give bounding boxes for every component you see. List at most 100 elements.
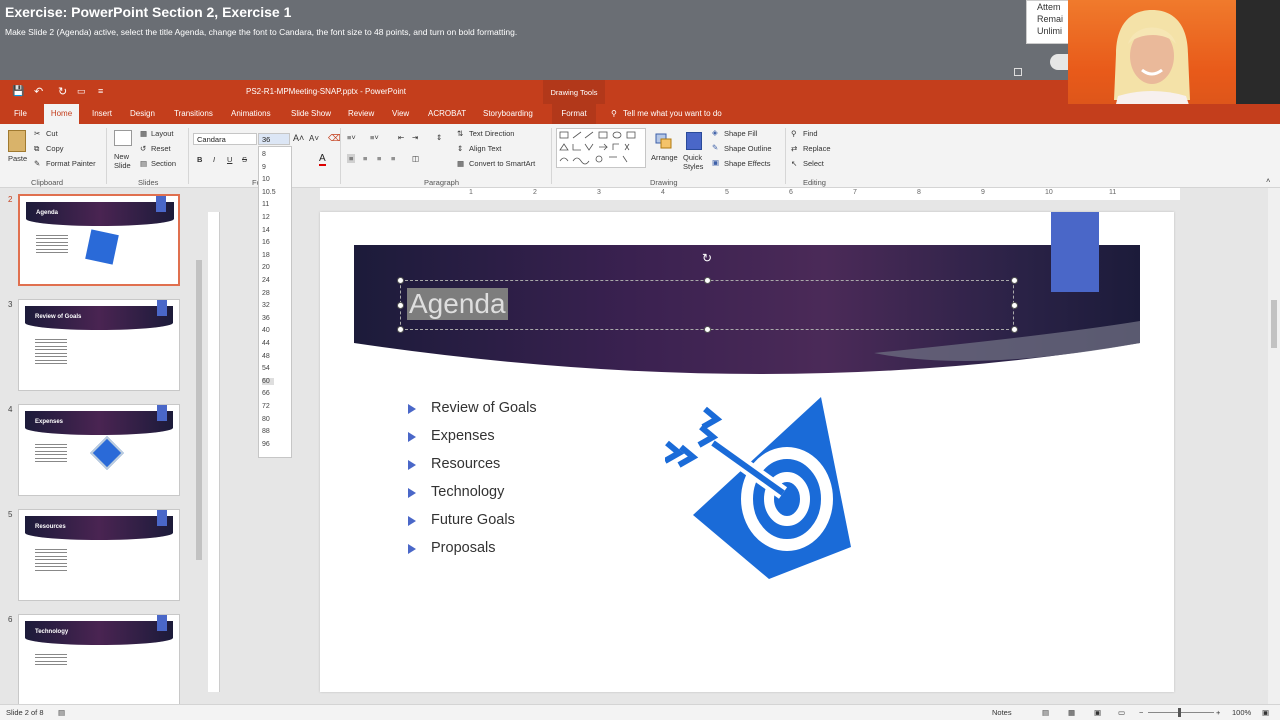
font-size-option[interactable]: 72 bbox=[262, 403, 270, 410]
bold-button[interactable]: B bbox=[197, 155, 202, 164]
arrange-icon[interactable] bbox=[654, 132, 674, 150]
text-direction-button[interactable]: Text Direction bbox=[469, 129, 514, 138]
cut-icon[interactable]: ✂ bbox=[34, 129, 40, 138]
columns-icon[interactable]: ◫ bbox=[412, 154, 419, 163]
tell-me-box[interactable]: Tell me what you want to do bbox=[623, 109, 722, 118]
font-size-option[interactable]: 18 bbox=[262, 252, 270, 259]
tab-file[interactable]: File bbox=[14, 109, 27, 118]
slide-scrollbar[interactable] bbox=[1268, 188, 1280, 704]
font-size-option[interactable]: 16 bbox=[262, 239, 270, 246]
replace-icon[interactable]: ⇄ bbox=[791, 144, 797, 153]
normal-view-icon[interactable]: ▤ bbox=[1042, 708, 1049, 717]
section-icon[interactable]: ▤ bbox=[140, 159, 147, 168]
layout-button[interactable]: Layout bbox=[151, 129, 174, 138]
zoom-slider[interactable] bbox=[1148, 712, 1214, 713]
target-icon[interactable] bbox=[665, 397, 855, 582]
font-size-option[interactable]: 10 bbox=[262, 176, 270, 183]
collapse-ribbon-icon[interactable]: ˄ bbox=[1266, 176, 1270, 185]
align-right-icon[interactable]: ≡ bbox=[377, 154, 381, 163]
tab-acrobat[interactable]: ACROBAT bbox=[428, 109, 466, 118]
tab-view[interactable]: View bbox=[392, 109, 409, 118]
text-direction-icon[interactable]: ⇅ bbox=[457, 129, 463, 138]
resize-icon[interactable] bbox=[1014, 68, 1022, 76]
align-text-icon[interactable]: ⇕ bbox=[457, 144, 463, 153]
clear-formatting-icon[interactable]: ⌫ bbox=[328, 133, 341, 144]
font-size-option[interactable]: 20 bbox=[262, 264, 270, 271]
paste-icon[interactable] bbox=[8, 130, 26, 152]
quick-styles-icon[interactable] bbox=[686, 132, 702, 150]
grow-font-icon[interactable]: A˄ bbox=[293, 133, 304, 143]
font-size-option[interactable]: 24 bbox=[262, 277, 270, 284]
reading-view-icon[interactable]: ▣ bbox=[1094, 708, 1101, 717]
tab-storyboarding[interactable]: Storyboarding bbox=[483, 109, 533, 118]
font-size-option[interactable]: 66 bbox=[262, 390, 270, 397]
align-center-icon[interactable]: ≡ bbox=[363, 154, 367, 163]
present-icon[interactable]: ▭ bbox=[77, 86, 86, 97]
tab-animations[interactable]: Animations bbox=[231, 109, 271, 118]
numbering-icon[interactable]: ≡˅ bbox=[370, 133, 379, 142]
reset-button[interactable]: Reset bbox=[151, 144, 171, 153]
shadow-button[interactable]: S bbox=[242, 155, 247, 164]
quick-styles-button[interactable]: Quick Styles bbox=[683, 153, 707, 171]
redo-icon[interactable]: ↻ bbox=[58, 85, 67, 98]
shape-outline-icon[interactable]: ✎ bbox=[712, 143, 718, 152]
arrange-button[interactable]: Arrange bbox=[651, 153, 678, 162]
font-size-dropdown[interactable]: 8 9 10 10.5 11 12 14 16 18 20 24 28 32 36 40 44 48 54 60 66… bbox=[258, 146, 292, 458]
format-painter-icon[interactable]: ✎ bbox=[34, 159, 40, 168]
italic-button[interactable]: I bbox=[213, 155, 215, 164]
font-size-option[interactable]: 9 bbox=[262, 164, 266, 171]
shape-effects-icon[interactable]: ▣ bbox=[712, 158, 719, 167]
increase-indent-icon[interactable]: ⇥ bbox=[412, 133, 418, 142]
font-size-option[interactable]: 32 bbox=[262, 302, 270, 309]
layout-icon[interactable]: ▦ bbox=[140, 129, 147, 138]
fit-slide-icon[interactable]: ▣ bbox=[1262, 708, 1269, 717]
convert-smartart-button[interactable]: Convert to SmartArt bbox=[469, 159, 535, 168]
font-size-option[interactable]: 44 bbox=[262, 340, 270, 347]
shape-effects-button[interactable]: Shape Effects bbox=[724, 159, 771, 168]
tab-format[interactable]: Format bbox=[552, 104, 596, 124]
font-size-option[interactable]: 14 bbox=[262, 227, 270, 234]
zoom-slider-thumb[interactable] bbox=[1178, 708, 1181, 717]
slide-thumbnail-6[interactable]: Technology bbox=[18, 614, 180, 706]
font-size-option[interactable]: 80 bbox=[262, 416, 270, 423]
format-painter-button[interactable]: Format Painter bbox=[46, 159, 96, 168]
replace-button[interactable]: Replace bbox=[803, 144, 831, 153]
smartart-icon[interactable]: ▦ bbox=[457, 159, 464, 168]
accent-rectangle[interactable] bbox=[1051, 212, 1099, 292]
title-placeholder[interactable]: Agenda ↻ bbox=[397, 251, 1018, 333]
font-size-option[interactable]: 8 bbox=[262, 151, 266, 158]
section-button[interactable]: Section bbox=[151, 159, 176, 168]
font-size-option[interactable]: 40 bbox=[262, 327, 270, 334]
tab-design[interactable]: Design bbox=[130, 109, 155, 118]
zoom-out-icon[interactable]: − bbox=[1139, 708, 1143, 717]
shapes-gallery[interactable] bbox=[556, 128, 646, 168]
rotate-handle-icon[interactable]: ↻ bbox=[702, 251, 712, 265]
new-slide-icon[interactable] bbox=[114, 130, 132, 146]
font-name-box[interactable]: Candara bbox=[193, 133, 257, 145]
zoom-in-icon[interactable]: + bbox=[1216, 708, 1220, 717]
slide-thumbnail-3[interactable]: Review of Goals bbox=[18, 299, 180, 391]
tab-review[interactable]: Review bbox=[348, 109, 374, 118]
decrease-indent-icon[interactable]: ⇤ bbox=[398, 133, 404, 142]
font-size-option[interactable]: 28 bbox=[262, 290, 270, 297]
select-button[interactable]: Select bbox=[803, 159, 824, 168]
align-left-icon[interactable]: ≡ bbox=[347, 154, 356, 163]
slide-canvas[interactable]: Agenda ↻ Review of Goals Expenses Resour… bbox=[320, 212, 1174, 692]
font-size-option[interactable]: 11 bbox=[262, 201, 269, 208]
zoom-level[interactable]: 100% bbox=[1232, 708, 1251, 717]
shape-fill-icon[interactable]: ◈ bbox=[712, 128, 718, 137]
new-slide-button[interactable]: New Slide bbox=[114, 152, 136, 170]
tab-insert[interactable]: Insert bbox=[92, 109, 112, 118]
undo-icon[interactable]: ↶ bbox=[34, 85, 43, 98]
font-color-icon[interactable]: A bbox=[319, 153, 326, 166]
font-size-box[interactable]: 36 bbox=[258, 133, 290, 145]
select-icon[interactable]: ↖ bbox=[791, 159, 797, 168]
copy-icon[interactable]: ⧉ bbox=[34, 144, 39, 154]
paste-button[interactable]: Paste bbox=[8, 154, 27, 163]
slide-thumbnail-5[interactable]: Resources bbox=[18, 509, 180, 601]
slideshow-view-icon[interactable]: ▭ bbox=[1118, 708, 1125, 717]
slide-thumbnail-4[interactable]: Expenses bbox=[18, 404, 180, 496]
font-size-option[interactable]: 54 bbox=[262, 365, 270, 372]
save-icon[interactable]: 💾 bbox=[12, 86, 24, 97]
shrink-font-icon[interactable]: A˅ bbox=[309, 134, 319, 143]
